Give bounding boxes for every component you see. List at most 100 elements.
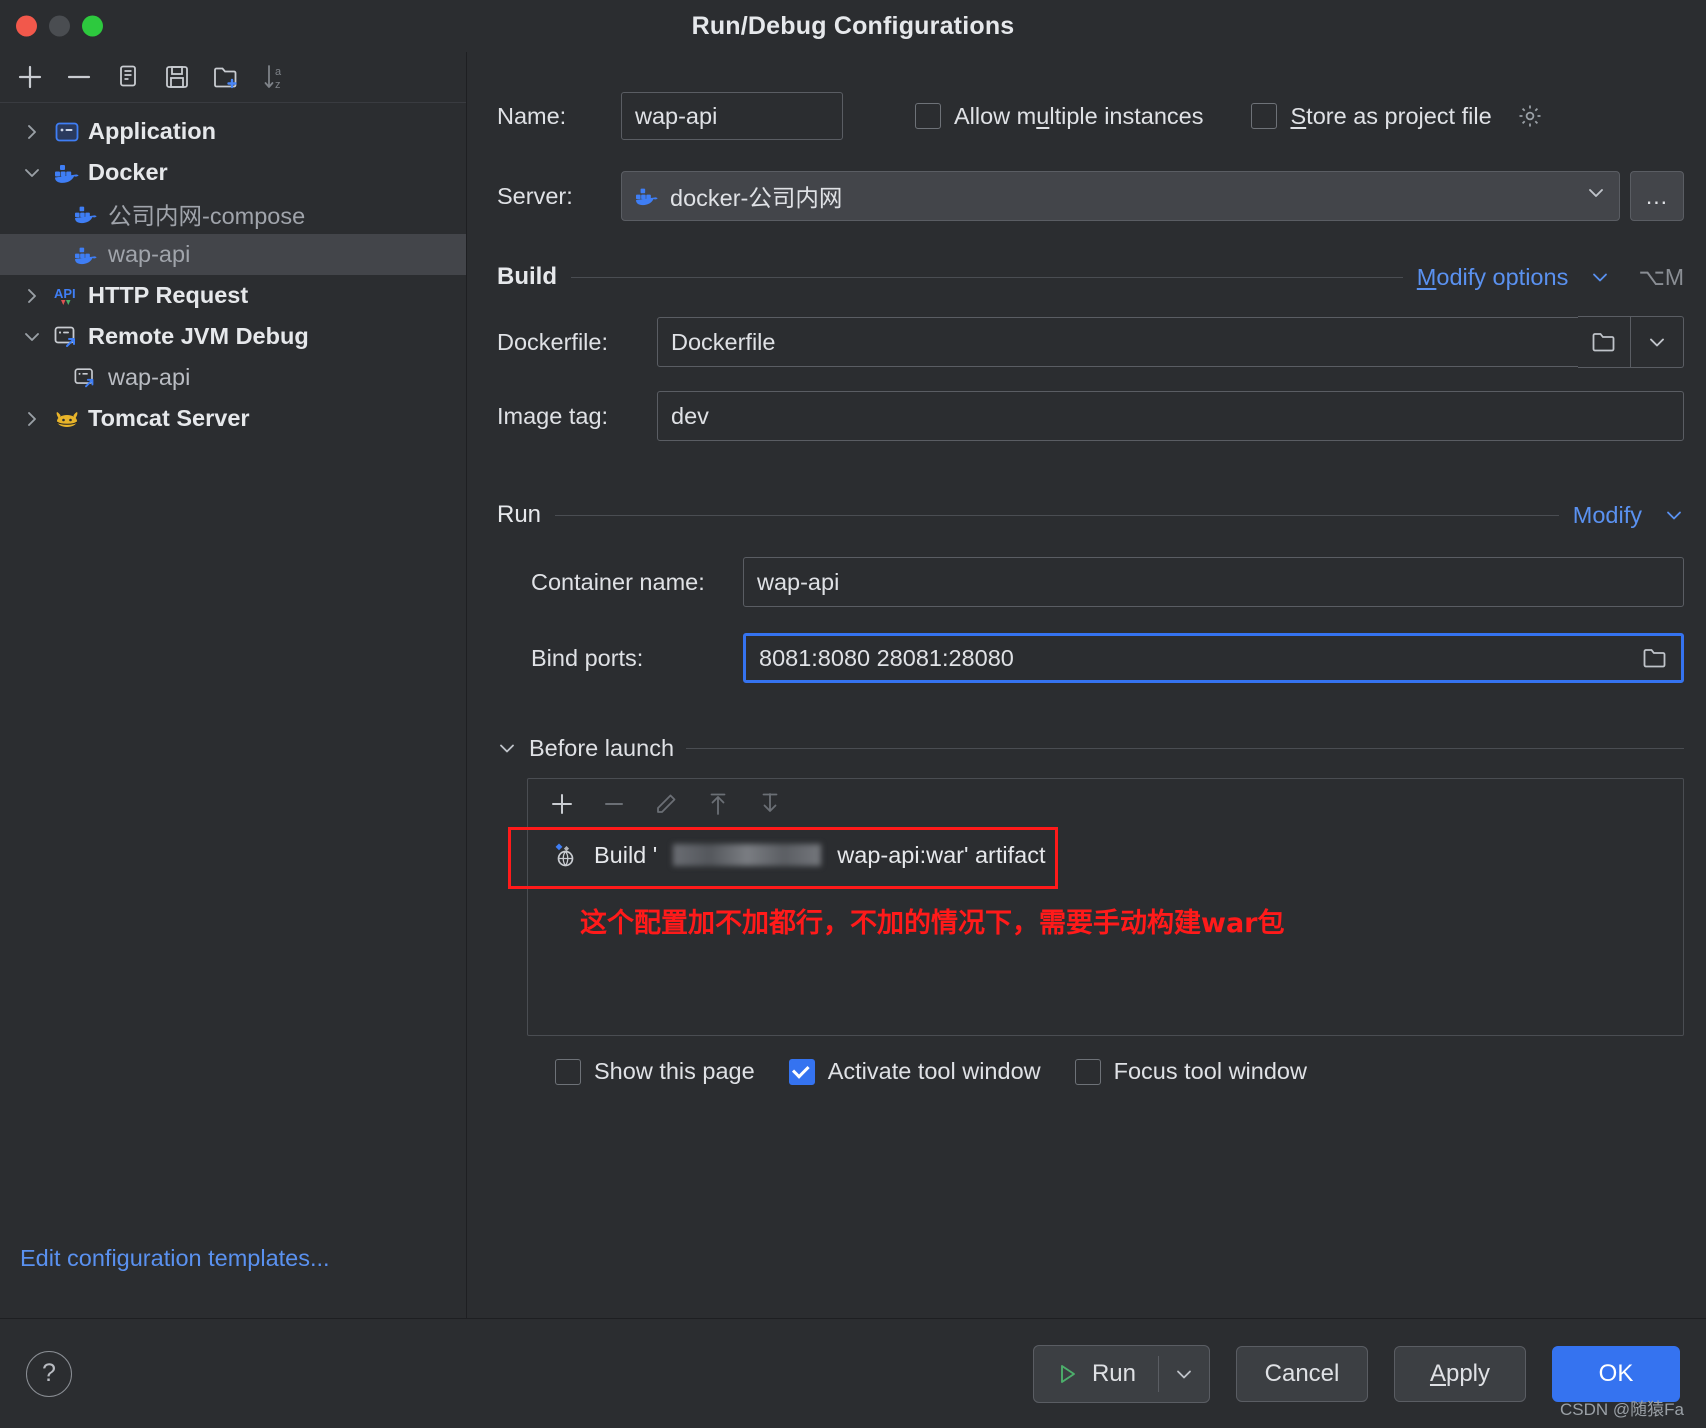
chevron-right-icon[interactable] [18, 287, 46, 305]
sidebar-item-application[interactable]: Application [0, 111, 466, 152]
sidebar-item-label: 公司内网-compose [108, 197, 305, 231]
chevron-right-icon[interactable] [18, 410, 46, 428]
help-button[interactable]: ? [26, 1351, 72, 1397]
run-debug-configurations-dialog: Run/Debug Configurations [0, 0, 1706, 1428]
gear-icon[interactable] [1515, 101, 1545, 131]
configuration-editor-panel: Name: wap-api Allow multiple instances S… [467, 52, 1706, 1318]
server-row: Server: docker-公司内网 [497, 170, 1684, 222]
server-combobox[interactable]: docker-公司内网 [621, 171, 1620, 221]
chevron-down-icon[interactable] [1664, 505, 1684, 525]
server-value: docker-公司内网 [670, 179, 842, 213]
sidebar-item-tomcat-server[interactable]: Tomcat Server [0, 398, 466, 439]
dialog-title: Run/Debug Configurations [692, 12, 1015, 41]
sidebar-item-label: Application [88, 118, 216, 145]
copy-configuration-button[interactable] [106, 57, 150, 97]
build-section-title: Build [497, 263, 557, 291]
tomcat-icon [52, 407, 82, 431]
run-button[interactable]: Run [1034, 1346, 1158, 1402]
focus-tool-window-checkbox[interactable]: Focus tool window [1075, 1058, 1307, 1085]
move-down-button[interactable] [746, 782, 794, 826]
container-name-input[interactable]: wap-api [743, 557, 1684, 607]
modify-options-link[interactable]: Modify options [1417, 264, 1569, 291]
server-browse-button[interactable]: ... [1630, 171, 1684, 221]
sidebar-item-remote-jvm-debug[interactable]: Remote JVM Debug [0, 316, 466, 357]
before-launch-title: Before launch [529, 735, 674, 762]
image-tag-row: Image tag: dev [497, 390, 1684, 442]
before-launch-panel: Build 'wap-api:war' artifact 这个配置加不加都行，不… [527, 778, 1684, 1036]
name-row: Name: wap-api Allow multiple instances S… [497, 90, 1684, 142]
docker-icon [70, 203, 102, 225]
bind-ports-browse-icon[interactable] [1641, 645, 1669, 671]
store-as-project-file-label: Store as project file [1290, 103, 1491, 130]
task-label-prefix: Build ' [594, 842, 657, 869]
checkbox-box[interactable] [1075, 1059, 1101, 1085]
chevron-right-icon[interactable] [18, 123, 46, 141]
allow-multiple-instances-checkbox[interactable]: Allow multiple instances [915, 103, 1203, 130]
close-window-button[interactable] [16, 16, 37, 37]
image-tag-input[interactable]: dev [657, 391, 1684, 441]
cancel-button[interactable]: Cancel [1236, 1346, 1368, 1402]
maximize-window-button[interactable] [82, 16, 103, 37]
add-task-button[interactable] [538, 782, 586, 826]
checkbox-box[interactable] [915, 103, 941, 129]
save-configuration-button[interactable] [155, 57, 199, 97]
edit-task-button[interactable] [642, 782, 690, 826]
chevron-down-icon[interactable] [1585, 182, 1607, 210]
remove-configuration-button[interactable] [57, 57, 101, 97]
apply-button[interactable]: Apply [1394, 1346, 1526, 1402]
chevron-down-icon[interactable] [497, 738, 517, 758]
new-folder-button[interactable] [204, 57, 248, 97]
checkbox-box[interactable] [555, 1059, 581, 1085]
dockerfile-input[interactable]: Dockerfile [657, 317, 1579, 367]
dockerfile-row: Dockerfile: Dockerfile [497, 316, 1684, 368]
svg-text:a: a [275, 66, 282, 78]
sort-configurations-button[interactable]: a z [253, 57, 297, 97]
dialog-footer: ? Run Cancel Apply OK CSDN @随猿Fa [0, 1318, 1706, 1428]
svg-text:API: API [54, 286, 76, 301]
name-input[interactable]: wap-api [621, 92, 843, 140]
sidebar-item-label: wap-api [108, 364, 190, 391]
bind-ports-input[interactable]: 8081:8080 28081:28080 [743, 633, 1684, 683]
window-controls [16, 16, 103, 37]
before-launch-header[interactable]: Before launch [497, 732, 1684, 764]
name-label: Name: [497, 103, 621, 130]
section-divider [555, 515, 1559, 516]
move-up-button[interactable] [694, 782, 742, 826]
sidebar-item-wap-api-remote[interactable]: wap-api [0, 357, 466, 398]
sidebar-item-wap-api-docker[interactable]: wap-api [0, 234, 466, 275]
bind-ports-row: Bind ports: 8081:8080 28081:28080 [497, 632, 1684, 684]
checkbox-box[interactable] [1251, 103, 1277, 129]
sidebar-item-label: Docker [88, 159, 168, 186]
browse-folder-icon[interactable] [1578, 317, 1630, 367]
chevron-down-icon[interactable] [1631, 317, 1683, 367]
minimize-window-button[interactable] [49, 16, 70, 37]
footer-buttons: Run Cancel Apply OK [1033, 1345, 1680, 1403]
image-tag-label: Image tag: [497, 403, 657, 430]
http-request-icon: API [52, 283, 82, 309]
before-launch-task-item[interactable]: Build 'wap-api:war' artifact [528, 829, 1683, 881]
store-as-project-file-checkbox[interactable]: Store as project file [1251, 101, 1544, 131]
chevron-down-icon[interactable] [18, 164, 46, 182]
run-modify-link[interactable]: Modify [1573, 502, 1642, 529]
remote-debug-icon [70, 366, 102, 390]
chevron-down-icon[interactable] [1590, 267, 1610, 287]
focus-tool-window-label: Focus tool window [1114, 1058, 1307, 1085]
remove-task-button[interactable] [590, 782, 638, 826]
ok-button[interactable]: OK [1552, 1346, 1680, 1402]
sidebar-item-gongsineiwang-compose[interactable]: 公司内网-compose [0, 193, 466, 234]
sidebar-item-http-request[interactable]: API HTTP Request [0, 275, 466, 316]
container-name-row: Container name: wap-api [497, 556, 1684, 608]
dockerfile-label: Dockerfile: [497, 329, 657, 356]
run-button-label: Run [1092, 1360, 1136, 1388]
dialog-body: a z Application [0, 52, 1706, 1318]
edit-configuration-templates-link[interactable]: Edit configuration templates... [20, 1245, 330, 1272]
activate-tool-window-checkbox[interactable]: Activate tool window [789, 1058, 1041, 1085]
docker-icon [634, 185, 660, 207]
show-this-page-checkbox[interactable]: Show this page [555, 1058, 755, 1085]
show-this-page-label: Show this page [594, 1058, 755, 1085]
run-dropdown-button[interactable] [1159, 1346, 1209, 1402]
checkbox-box[interactable] [789, 1059, 815, 1085]
chevron-down-icon[interactable] [18, 328, 46, 346]
sidebar-item-docker[interactable]: Docker [0, 152, 466, 193]
add-configuration-button[interactable] [8, 57, 52, 97]
